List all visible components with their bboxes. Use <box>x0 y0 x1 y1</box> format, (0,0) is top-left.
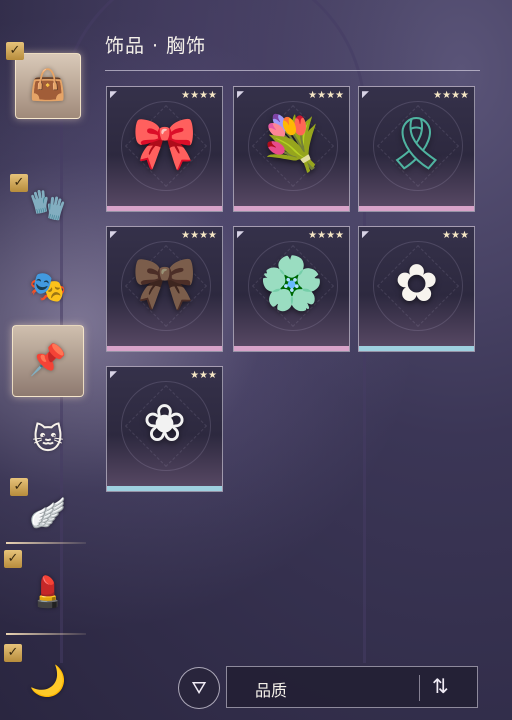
gold-bow-brooch-icon: 🎀 <box>132 114 197 174</box>
cat-ears-icon: 🐱 <box>32 422 64 457</box>
sidebar-item-brooch[interactable]: 📌 <box>0 324 96 398</box>
brooch-pin-icon: 📌 <box>29 343 67 378</box>
sidebar-item-accessory[interactable]: 🌙 ✓ <box>0 644 96 712</box>
corner-arrow-icon: ◤ <box>110 90 117 100</box>
sort-dropdown[interactable]: 品质 ⇅ <box>226 666 478 708</box>
corner-arrow-icon: ◤ <box>237 90 244 100</box>
rarity-stars: ★★★★ <box>308 90 344 101</box>
mask-icon: 🎭 <box>29 270 67 305</box>
corner-arrow-icon: ◤ <box>110 370 117 380</box>
sidebar-divider <box>6 542 86 544</box>
flower-wreath-brooch-icon: 🌸 <box>259 254 324 314</box>
corner-arrow-icon: ◤ <box>110 230 117 240</box>
rarity-bar <box>359 206 474 211</box>
filter-icon: ⛛ <box>191 677 207 699</box>
rarity-bar <box>107 346 222 351</box>
sort-order-toggle-icon[interactable]: ⇅ <box>432 674 449 698</box>
selected-frame: 👜 <box>15 53 81 119</box>
brown-bow-brooch-icon: 🎀 <box>132 254 197 314</box>
category-sidebar: 👜 ✓ 🧤 ✓ 🎭 📌 🐱 🪽 ✓ 💄 ✓ 🌙 ✓ <box>0 0 96 720</box>
rarity-bar <box>234 346 349 351</box>
corner-arrow-icon: ◤ <box>237 230 244 240</box>
sidebar-item-gloves[interactable]: 🧤 ✓ <box>0 174 96 236</box>
rarity-bar <box>107 206 222 211</box>
page-title: 饰品 · 胸饰 <box>105 35 207 57</box>
item-card[interactable]: ◤ ★★★★ 🎗 <box>358 86 475 212</box>
rarity-bar <box>359 346 474 351</box>
sidebar-item-makeup[interactable]: 💄 ✓ <box>0 550 96 628</box>
makeup-icon: 💄 <box>29 575 67 610</box>
rarity-stars: ★★★★ <box>308 230 344 241</box>
item-card[interactable]: ◤ ★★★★ 🎀 <box>106 86 223 212</box>
white-lily-brooch-icon: ✿ <box>394 254 439 314</box>
checked-icon: ✓ <box>10 174 28 192</box>
flower-bouquet-brooch-icon: 💐 <box>259 114 324 174</box>
green-ribbon-brooch-icon: 🎗 <box>383 114 450 174</box>
gloves-icon: 🧤 <box>29 188 67 223</box>
filter-button[interactable]: ⛛ <box>178 667 220 709</box>
rarity-bar <box>234 206 349 211</box>
wings-icon: 🪽 <box>29 496 67 531</box>
corner-arrow-icon: ◤ <box>362 230 369 240</box>
item-grid: ◤ ★★★★ 🎀 ◤ ★★★★ 💐 ◤ ★★★★ 🎗 ◤ ★★★★ 🎀 ◤ ★★… <box>106 86 478 496</box>
rarity-stars: ★★★★ <box>433 90 469 101</box>
sort-label: 品质 <box>255 681 288 700</box>
sidebar-item-bag[interactable]: 👜 ✓ <box>0 40 96 132</box>
sidebar-item-cat-ears[interactable]: 🐱 <box>0 410 96 470</box>
rarity-stars: ★★★★ <box>181 230 217 241</box>
rarity-bar <box>107 486 222 491</box>
corner-arrow-icon: ◤ <box>362 90 369 100</box>
checked-icon: ✓ <box>6 42 24 60</box>
white-flower-brooch-icon: ❀ <box>142 394 187 454</box>
title-divider <box>105 70 480 71</box>
accessory-icon: 🌙 <box>29 664 67 699</box>
item-card[interactable]: ◤ ★★★★ 🎀 <box>106 226 223 352</box>
rarity-stars: ★★★★ <box>181 90 217 101</box>
checked-icon: ✓ <box>4 644 22 662</box>
sidebar-item-mask[interactable]: 🎭 <box>0 258 96 318</box>
item-card[interactable]: ◤ ★★★★ 🌸 <box>233 226 350 352</box>
rarity-stars: ★★★ <box>442 230 469 241</box>
item-card[interactable]: ◤ ★★★ ✿ <box>358 226 475 352</box>
selected-frame: 📌 <box>12 325 84 397</box>
item-card[interactable]: ◤ ★★★★ 💐 <box>233 86 350 212</box>
checked-icon: ✓ <box>10 478 28 496</box>
bag-icon: 👜 <box>29 68 67 103</box>
sort-separator <box>419 675 420 701</box>
checked-icon: ✓ <box>4 550 22 568</box>
sidebar-item-wings[interactable]: 🪽 ✓ <box>0 478 96 544</box>
sidebar-divider <box>6 633 86 635</box>
rarity-stars: ★★★ <box>190 370 217 381</box>
item-card[interactable]: ◤ ★★★ ❀ <box>106 366 223 492</box>
